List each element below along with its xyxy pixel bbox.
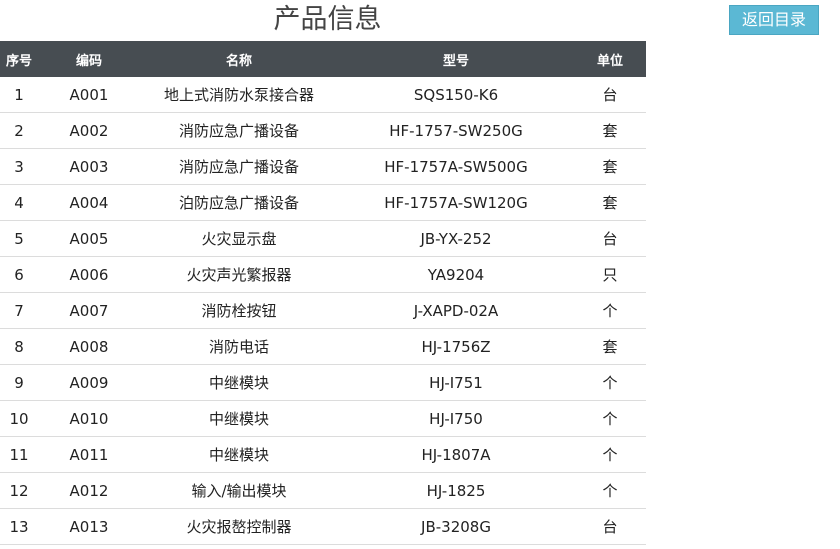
cell-model: J-XAPD-02A [338, 292, 574, 329]
cell-code: A012 [38, 472, 140, 509]
cell-seq: 13 [0, 508, 38, 545]
cell-name: 输入/输出模块 [140, 472, 338, 509]
table-row: 10 A010 中继模块 HJ-I750 个 [0, 400, 646, 437]
column-header-unit: 单位 [574, 41, 646, 77]
table-row: 13 A013 火灾报嶅控制器 JB-3208G 台 [0, 508, 646, 545]
cell-seq: 6 [0, 256, 38, 293]
cell-model: HJ-1807A [338, 436, 574, 473]
table-row: 2 A002 消防应急广播设备 HF-1757-SW250G 套 [0, 112, 646, 149]
cell-code: A002 [38, 112, 140, 149]
cell-code: A013 [38, 508, 140, 545]
cell-model: YA9204 [338, 256, 574, 293]
cell-unit: 台 [574, 220, 646, 257]
cell-model: JB-YX-252 [338, 220, 574, 257]
cell-model: SQS150-K6 [338, 77, 574, 113]
cell-unit: 套 [574, 148, 646, 185]
cell-model: JB-3208G [338, 508, 574, 545]
cell-code: A010 [38, 400, 140, 437]
cell-seq: 11 [0, 436, 38, 473]
cell-name: 中继模块 [140, 400, 338, 437]
cell-name: 中继模块 [140, 436, 338, 473]
cell-unit: 个 [574, 436, 646, 473]
table-row: 7 A007 消防栓按钮 J-XAPD-02A 个 [0, 292, 646, 329]
cell-name: 地上式消防水泵接合器 [140, 77, 338, 113]
cell-model: HF-1757-SW250G [338, 112, 574, 149]
table-row: 4 A004 泊防应急广播设备 HF-1757A-SW120G 套 [0, 184, 646, 221]
table-row: 11 A011 中继模块 HJ-1807A 个 [0, 436, 646, 473]
cell-name: 消防电话 [140, 328, 338, 365]
table-body: 1 A001 地上式消防水泵接合器 SQS150-K6 台 2 A002 消防应急广播设备 HF… [0, 77, 646, 545]
cell-name: 中继模块 [140, 364, 338, 401]
cell-model: HJ-1756Z [338, 328, 574, 365]
cell-code: A007 [38, 292, 140, 329]
cell-seq: 12 [0, 472, 38, 509]
cell-code: A004 [38, 184, 140, 221]
cell-code: A003 [38, 148, 140, 185]
cell-unit: 台 [574, 77, 646, 113]
cell-model: HJ-I751 [338, 364, 574, 401]
cell-seq: 2 [0, 112, 38, 149]
table-row: 8 A008 消防电话 HJ-1756Z 套 [0, 328, 646, 365]
cell-model: HJ-1825 [338, 472, 574, 509]
cell-name: 火灾显示盘 [140, 220, 338, 257]
cell-name: 火灾声光繁报器 [140, 256, 338, 293]
table-row: 12 A012 输入/输出模块 HJ-1825 个 [0, 472, 646, 509]
cell-seq: 8 [0, 328, 38, 365]
table-header-row: 序号 编码 名称 型号 单位 [0, 41, 646, 77]
cell-model: HF-1757A-SW120G [338, 184, 574, 221]
cell-unit: 只 [574, 256, 646, 293]
cell-name: 泊防应急广播设备 [140, 184, 338, 221]
cell-seq: 1 [0, 77, 38, 113]
page-title: 产品信息 [273, 4, 382, 35]
cell-unit: 套 [574, 112, 646, 149]
cell-model: HF-1757A-SW500G [338, 148, 574, 185]
cell-unit: 套 [574, 184, 646, 221]
table-row: 1 A001 地上式消防水泵接合器 SQS150-K6 台 [0, 77, 646, 113]
back-to-directory-button[interactable]: 返回目录 [729, 5, 819, 35]
cell-seq: 9 [0, 364, 38, 401]
column-header-name: 名称 [140, 41, 338, 77]
column-header-code: 编码 [38, 41, 140, 77]
cell-seq: 10 [0, 400, 38, 437]
cell-seq: 4 [0, 184, 38, 221]
cell-name: 消防栓按钮 [140, 292, 338, 329]
table-row: 5 A005 火灾显示盘 JB-YX-252 台 [0, 220, 646, 257]
cell-seq: 5 [0, 220, 38, 257]
cell-unit: 个 [574, 292, 646, 329]
cell-unit: 个 [574, 400, 646, 437]
cell-model: HJ-I750 [338, 400, 574, 437]
cell-code: A001 [38, 77, 140, 113]
cell-seq: 3 [0, 148, 38, 185]
cell-unit: 台 [574, 508, 646, 545]
cell-code: A005 [38, 220, 140, 257]
table-row: 3 A003 消防应急广播设备 HF-1757A-SW500G 套 [0, 148, 646, 185]
column-header-seq: 序号 [0, 41, 38, 77]
cell-unit: 个 [574, 364, 646, 401]
table-row: 6 A006 火灾声光繁报器 YA9204 只 [0, 256, 646, 293]
product-info-page: 产品信息 返回目录 序号 编码 名称 型号 单位 1 A001 地上式消防水泵接合器… [0, 0, 840, 549]
cell-seq: 7 [0, 292, 38, 329]
cell-code: A008 [38, 328, 140, 365]
cell-name: 消防应急广播设备 [140, 112, 338, 149]
cell-name: 火灾报嶅控制器 [140, 508, 338, 545]
table-row: 9 A009 中继模块 HJ-I751 个 [0, 364, 646, 401]
cell-code: A006 [38, 256, 140, 293]
column-header-model: 型号 [338, 41, 574, 77]
cell-code: A011 [38, 436, 140, 473]
cell-unit: 个 [574, 472, 646, 509]
cell-code: A009 [38, 364, 140, 401]
product-table: 序号 编码 名称 型号 单位 1 A001 地上式消防水泵接合器 SQS150-K6 台… [0, 41, 646, 545]
cell-unit: 套 [574, 328, 646, 365]
cell-name: 消防应急广播设备 [140, 148, 338, 185]
